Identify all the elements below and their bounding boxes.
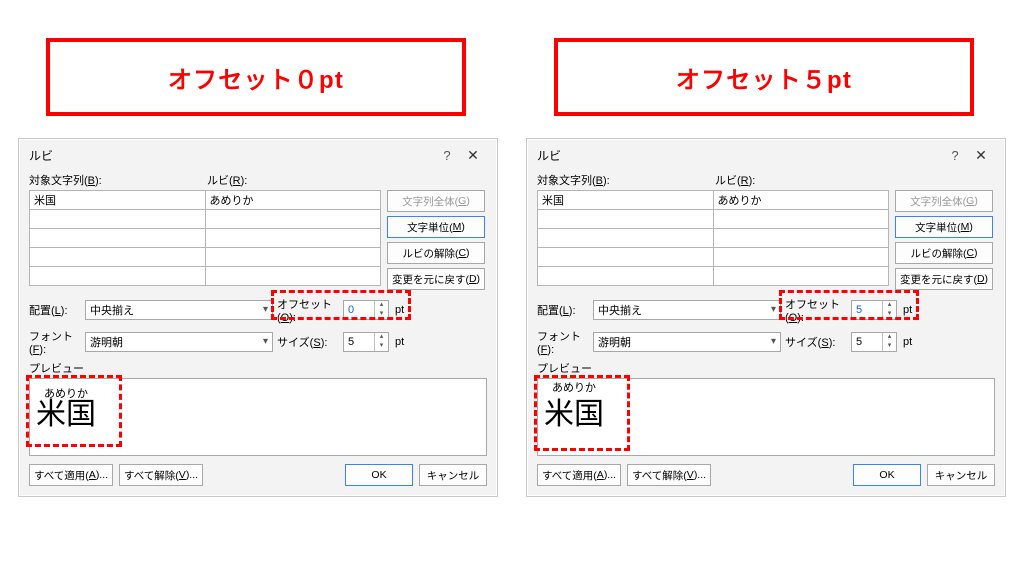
align-label: 配置(L): xyxy=(29,302,81,318)
ruby-table[interactable]: 米国あめりか xyxy=(537,190,889,286)
dialog-title: ルビ xyxy=(29,147,435,164)
apply-all-button[interactable]: すべて適用(A)... xyxy=(537,464,621,486)
ruby-dialog-left: ルビ ? ✕ 対象文字列(B): ルビ(R): 米国あめりか 文字列全体(G) xyxy=(18,138,498,497)
help-button[interactable]: ? xyxy=(943,148,967,163)
spin-down-icon[interactable]: ▾ xyxy=(375,342,388,351)
ruby-cell[interactable]: あめりか xyxy=(713,191,889,210)
preview-base: 米国 xyxy=(544,400,604,430)
ruby-cell[interactable]: あめりか xyxy=(205,191,381,210)
align-combo[interactable]: 中央揃え▾ xyxy=(593,300,781,320)
font-combo[interactable]: 游明朝▾ xyxy=(593,332,781,352)
target-cell[interactable]: 米国 xyxy=(30,191,206,210)
spin-up-icon[interactable]: ▴ xyxy=(375,333,388,342)
ruby-label: ルビ(R): xyxy=(207,172,379,188)
apply-all-button[interactable]: すべて適用(A)... xyxy=(29,464,113,486)
target-string-label: 対象文字列(B): xyxy=(537,172,715,188)
preview-ruby: あめりか xyxy=(544,383,604,394)
cancel-button[interactable]: キャンセル xyxy=(927,464,995,486)
title-right: オフセット５pt xyxy=(554,38,974,116)
per-char-button[interactable]: 文字単位(M) xyxy=(387,216,485,238)
close-button[interactable]: ✕ xyxy=(967,147,995,164)
align-combo[interactable]: 中央揃え▾ xyxy=(85,300,273,320)
clear-ruby-button[interactable]: ルビの解除(C) xyxy=(895,242,993,264)
per-char-button[interactable]: 文字単位(M) xyxy=(895,216,993,238)
spin-up-icon[interactable]: ▴ xyxy=(883,333,896,342)
spin-down-icon[interactable]: ▾ xyxy=(883,342,896,351)
ok-button[interactable]: OK xyxy=(345,464,413,486)
preview-area: あめりか 米国 xyxy=(537,378,995,456)
revert-button[interactable]: 変更を元に戻す(D) xyxy=(387,268,485,290)
spin-up-icon[interactable]: ▴ xyxy=(883,301,896,310)
ok-button[interactable]: OK xyxy=(853,464,921,486)
ruby-dialog-right: ルビ ? ✕ 対象文字列(B): ルビ(R): 米国あめりか 文字列全体(G) xyxy=(526,138,1006,497)
whole-string-button: 文字列全体(G) xyxy=(895,190,993,212)
target-string-label: 対象文字列(B): xyxy=(29,172,207,188)
font-combo[interactable]: 游明朝▾ xyxy=(85,332,273,352)
offset-spin[interactable]: 5 ▴▾ xyxy=(851,300,897,320)
ruby-table[interactable]: 米国あめりか xyxy=(29,190,381,286)
ruby-label: ルビ(R): xyxy=(715,172,887,188)
clear-ruby-button[interactable]: ルビの解除(C) xyxy=(387,242,485,264)
offset-spin[interactable]: 0 ▴▾ xyxy=(343,300,389,320)
font-label: フォント(F): xyxy=(29,328,81,356)
chevron-down-icon: ▾ xyxy=(771,336,776,347)
size-spin[interactable]: 5 ▴▾ xyxy=(343,332,389,352)
size-spin[interactable]: 5 ▴▾ xyxy=(851,332,897,352)
spin-down-icon[interactable]: ▾ xyxy=(883,310,896,319)
help-button[interactable]: ? xyxy=(435,148,459,163)
offset-label: オフセット(O): xyxy=(277,296,339,324)
target-cell[interactable]: 米国 xyxy=(538,191,714,210)
pt-unit: pt xyxy=(903,304,912,316)
clear-all-button[interactable]: すべて解除(V)... xyxy=(627,464,711,486)
pt-unit: pt xyxy=(395,336,404,348)
cancel-button[interactable]: キャンセル xyxy=(419,464,487,486)
title-left: オフセット０pt xyxy=(46,38,466,116)
clear-all-button[interactable]: すべて解除(V)... xyxy=(119,464,203,486)
revert-button[interactable]: 変更を元に戻す(D) xyxy=(895,268,993,290)
preview-label: プレビュー xyxy=(29,360,487,376)
chevron-down-icon: ▾ xyxy=(771,304,776,315)
whole-string-button: 文字列全体(G) xyxy=(387,190,485,212)
size-label: サイズ(S): xyxy=(277,334,339,350)
chevron-down-icon: ▾ xyxy=(263,304,268,315)
close-button[interactable]: ✕ xyxy=(459,147,487,164)
size-label: サイズ(S): xyxy=(785,334,847,350)
dialog-title: ルビ xyxy=(537,147,943,164)
chevron-down-icon: ▾ xyxy=(263,336,268,347)
spin-up-icon[interactable]: ▴ xyxy=(375,301,388,310)
pt-unit: pt xyxy=(903,336,912,348)
preview-label: プレビュー xyxy=(537,360,995,376)
preview-base: 米国 xyxy=(36,400,96,430)
font-label: フォント(F): xyxy=(537,328,589,356)
align-label: 配置(L): xyxy=(537,302,589,318)
preview-area: あめりか 米国 xyxy=(29,378,487,456)
pt-unit: pt xyxy=(395,304,404,316)
spin-down-icon[interactable]: ▾ xyxy=(375,310,388,319)
offset-label: オフセット(O): xyxy=(785,296,847,324)
